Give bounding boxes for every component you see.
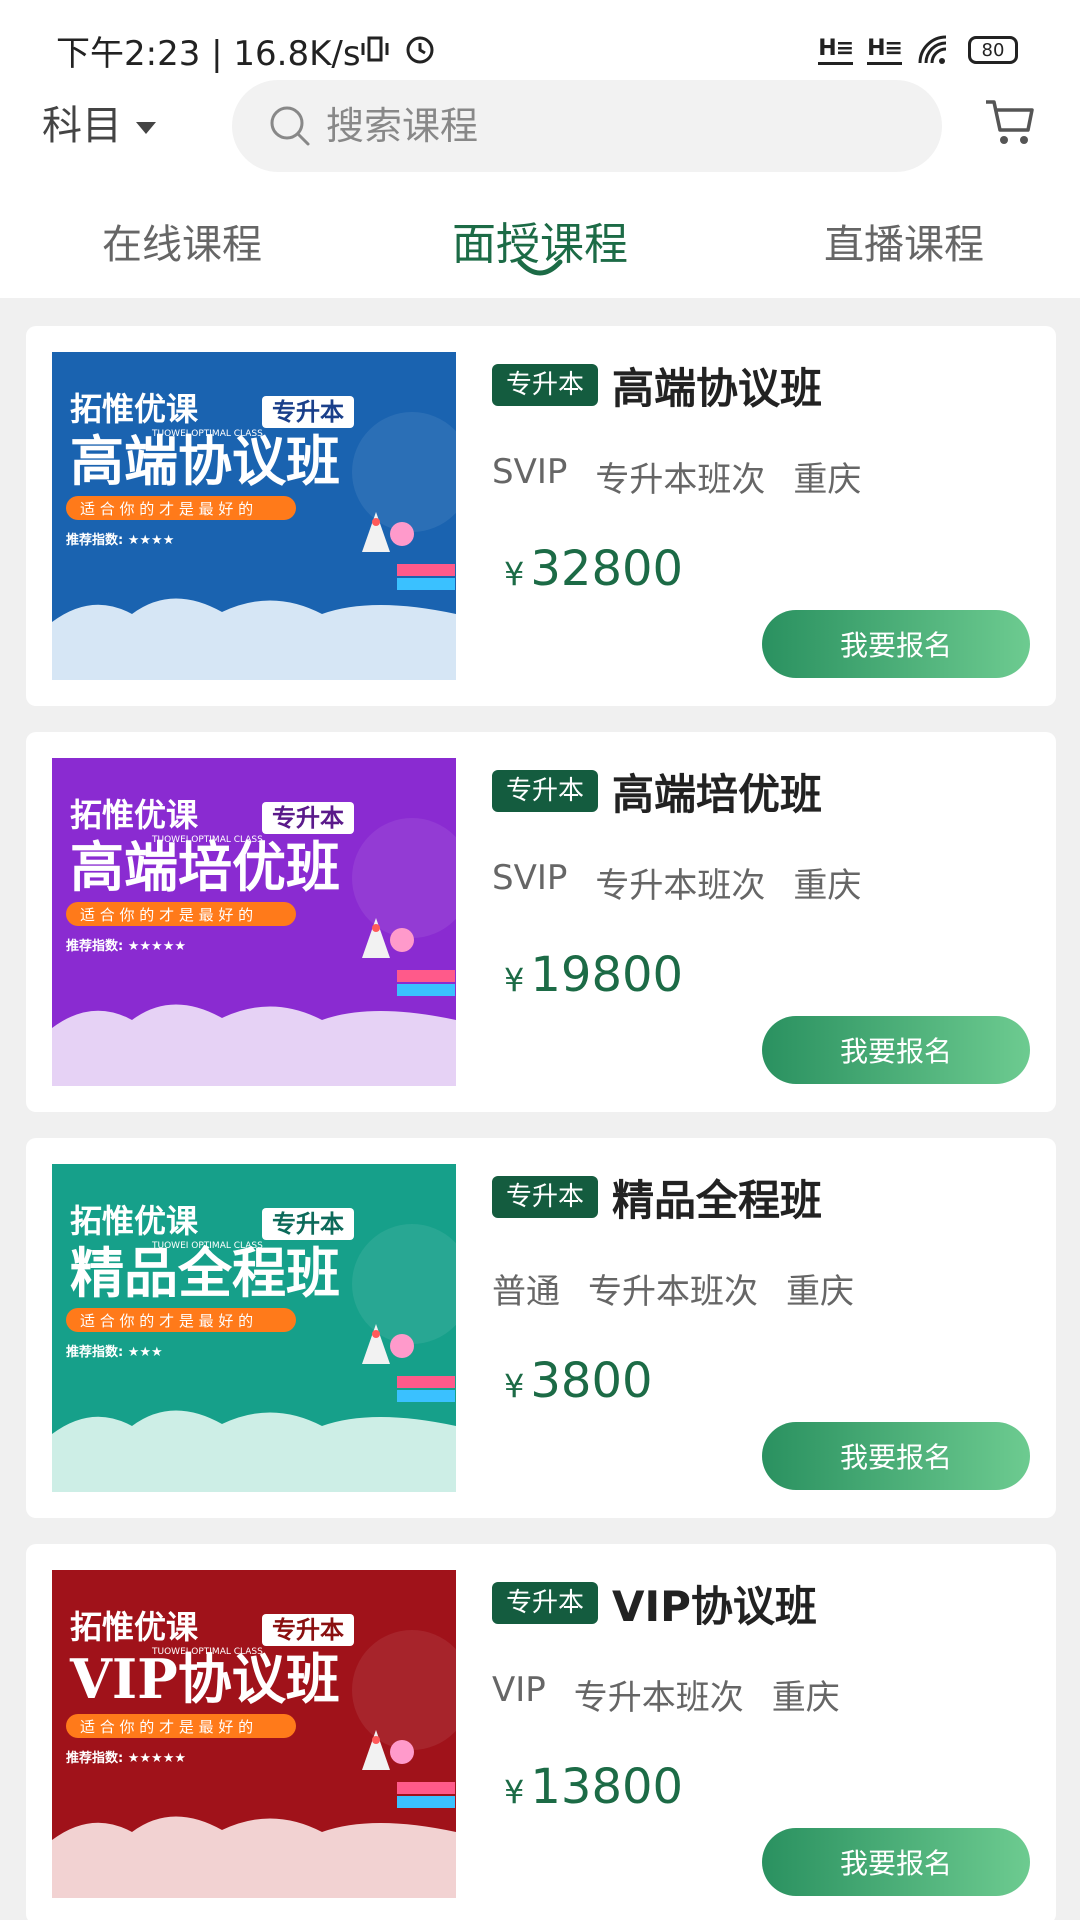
- price-symbol: ¥: [504, 961, 525, 999]
- tab-online-courses[interactable]: 在线课程: [102, 212, 262, 270]
- course-tag: 专升本: [492, 364, 599, 406]
- subject-label: 科目: [42, 103, 122, 149]
- banner-cloud: [52, 598, 456, 680]
- course-location: 重庆: [793, 866, 862, 906]
- course-banner: 拓惟优课 专升本 TUOWEI OPTIMAL CLASS VIP协议班 适 合…: [52, 1570, 456, 1898]
- price-symbol: ¥: [504, 555, 525, 593]
- course-class-type: 专升本班次: [588, 1272, 758, 1312]
- banner-rating: 推荐指数: ★★★★★: [66, 938, 186, 954]
- enroll-button[interactable]: 我要报名: [762, 1016, 1030, 1084]
- search-bar[interactable]: [232, 80, 942, 172]
- course-title: 高端培优班: [612, 769, 823, 819]
- course-banner: 拓惟优课 专升本 TUOWEI OPTIMAL CLASS 高端培优班 适 合 …: [52, 758, 456, 1086]
- course-card[interactable]: 拓惟优课 专升本 TUOWEI OPTIMAL CLASS 精品全程班 适 合 …: [26, 1138, 1056, 1518]
- price-value: 3800: [530, 1353, 653, 1409]
- banner-slogan: 适 合 你 的 才 是 最 好 的: [80, 500, 253, 518]
- banner-brand: 拓惟优课: [70, 1202, 199, 1240]
- course-tag: 专升本: [492, 1176, 599, 1218]
- price-symbol: ¥: [504, 1367, 525, 1405]
- course-tag: 专升本: [492, 1582, 599, 1624]
- banner-headline: 高端协议班: [70, 429, 340, 493]
- course-level: SVIP: [492, 858, 568, 898]
- signal-icon: H≡: [818, 36, 854, 65]
- banner-slogan: 适 合 你 的 才 是 最 好 的: [80, 1312, 253, 1330]
- banner-cloud: [52, 1410, 456, 1492]
- signal-icon: H≡: [867, 36, 903, 65]
- course-banner-image: 拓惟优课 专升本 TUOWEI OPTIMAL CLASS 高端协议班 适 合 …: [52, 352, 456, 680]
- battery-level: 80: [981, 39, 1005, 61]
- course-card[interactable]: 拓惟优课 专升本 TUOWEI OPTIMAL CLASS 高端培优班 适 合 …: [26, 732, 1056, 1112]
- banner-brand: 拓惟优课: [70, 796, 199, 834]
- banner-cloud: [52, 1004, 456, 1086]
- banner-rating: 推荐指数: ★★★: [66, 1344, 163, 1360]
- banner-badge: 专升本: [272, 1210, 344, 1238]
- search-icon: [270, 106, 310, 146]
- header: 科目: [0, 80, 1080, 186]
- course-tag: 专升本: [492, 770, 599, 812]
- banner-slogan: 适 合 你 的 才 是 最 好 的: [80, 906, 253, 924]
- status-time-speed: 下午2:23 | 16.8K/s: [56, 34, 361, 74]
- cart-icon[interactable]: [982, 94, 1038, 150]
- price-symbol: ¥: [504, 1773, 525, 1811]
- course-location: 重庆: [793, 460, 862, 500]
- subject-dropdown[interactable]: 科目: [42, 96, 156, 156]
- course-price: ¥ 3800: [492, 1353, 1032, 1409]
- course-title: 高端协议班: [612, 363, 823, 413]
- enroll-button[interactable]: 我要报名: [762, 1422, 1030, 1490]
- banner-badge: 专升本: [272, 1616, 344, 1644]
- price-value: 19800: [530, 947, 684, 1003]
- course-location: 重庆: [771, 1678, 840, 1718]
- course-price: ¥ 19800: [492, 947, 1032, 1003]
- category-tabs: 在线课程 面授课程 直播课程: [0, 186, 1080, 298]
- enroll-button[interactable]: 我要报名: [762, 1828, 1030, 1896]
- course-level: SVIP: [492, 452, 568, 492]
- course-price: ¥ 13800: [492, 1759, 1032, 1815]
- course-banner-image: 拓惟优课 专升本 TUOWEI OPTIMAL CLASS 高端培优班 适 合 …: [52, 758, 456, 1086]
- course-banner: 拓惟优课 专升本 TUOWEI OPTIMAL CLASS 精品全程班 适 合 …: [52, 1164, 456, 1492]
- banner-slogan: 适 合 你 的 才 是 最 好 的: [80, 1718, 253, 1736]
- vibrate-icon: [361, 36, 389, 62]
- course-card[interactable]: 拓惟优课 专升本 TUOWEI OPTIMAL CLASS 高端协议班 适 合 …: [26, 326, 1056, 706]
- course-class-type: 专升本班次: [573, 1678, 744, 1718]
- tab-live-courses[interactable]: 直播课程: [824, 212, 984, 270]
- course-level: VIP: [492, 1670, 546, 1710]
- course-price: ¥ 32800: [492, 541, 1032, 597]
- battery-icon: 80: [968, 36, 1018, 64]
- course-banner: 拓惟优课 专升本 TUOWEI OPTIMAL CLASS 高端协议班 适 合 …: [52, 352, 456, 680]
- price-value: 13800: [530, 1759, 684, 1815]
- course-class-type: 专升本班次: [595, 460, 766, 500]
- course-location: 重庆: [786, 1272, 854, 1312]
- banner-cloud: [52, 1816, 456, 1898]
- banner-rating: 推荐指数: ★★★★★: [66, 1750, 186, 1766]
- banner-headline: VIP协议班: [69, 1647, 340, 1711]
- course-banner-image: 拓惟优课 专升本 TUOWEI OPTIMAL CLASS VIP协议班 适 合…: [52, 1570, 456, 1898]
- price-value: 32800: [530, 541, 684, 597]
- course-card[interactable]: 拓惟优课 专升本 TUOWEI OPTIMAL CLASS VIP协议班 适 合…: [26, 1544, 1056, 1920]
- banner-brand: 拓惟优课: [70, 390, 199, 428]
- banner-rating: 推荐指数: ★★★★: [66, 532, 174, 548]
- search-input[interactable]: [326, 80, 906, 172]
- course-title: 精品全程班: [612, 1175, 823, 1225]
- alarm-icon: [406, 36, 434, 64]
- active-tab-indicator: [517, 259, 563, 276]
- course-level: 普通: [492, 1272, 560, 1312]
- banner-headline: 精品全程班: [70, 1241, 340, 1305]
- wifi-icon: [918, 35, 947, 64]
- caret-down-icon: [136, 122, 156, 134]
- course-banner-image: 拓惟优课 专升本 TUOWEI OPTIMAL CLASS 精品全程班 适 合 …: [52, 1164, 456, 1492]
- banner-brand: 拓惟优课: [70, 1608, 199, 1646]
- banner-headline: 高端培优班: [70, 835, 340, 899]
- enroll-button[interactable]: 我要报名: [762, 610, 1030, 678]
- course-title: VIP协议班: [612, 1581, 817, 1631]
- banner-badge: 专升本: [272, 804, 344, 832]
- banner-badge: 专升本: [272, 398, 344, 426]
- course-class-type: 专升本班次: [595, 866, 766, 906]
